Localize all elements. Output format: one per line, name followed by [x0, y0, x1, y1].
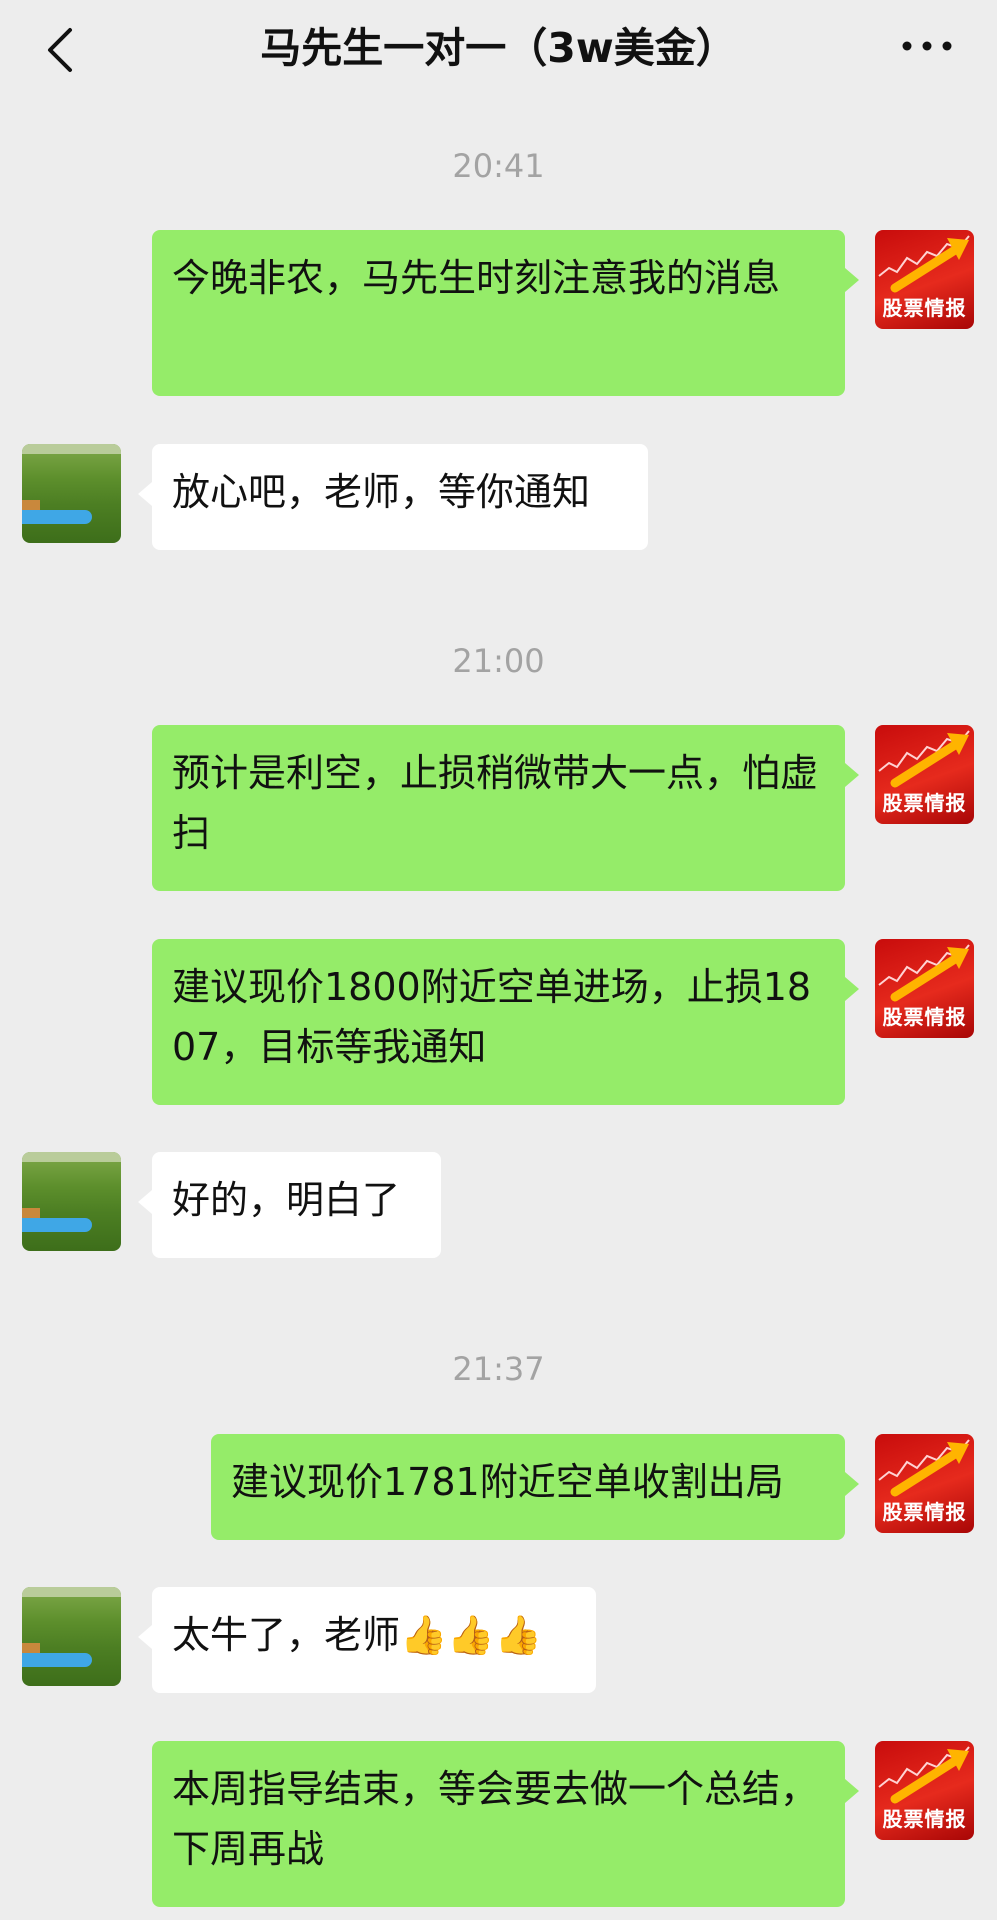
message-bubble-outgoing[interactable]: 预计是利空，止损稍微带大一点，怕虚扫 [152, 725, 859, 891]
rising-chart-icon [878, 235, 970, 293]
rising-chart-icon [878, 944, 970, 1002]
avatar-logo-text: 股票情报 [882, 1005, 967, 1029]
thumbs-up-emoji: 👍👍👍 [400, 1613, 542, 1657]
user-avatar[interactable] [22, 1152, 121, 1251]
chevron-left-icon [48, 28, 72, 72]
message-text: 今晚非农，马先生时刻注意我的消息 [172, 256, 781, 300]
message-bubble-incoming[interactable]: 太牛了，老师👍👍👍 [138, 1587, 596, 1693]
avatar-sky [22, 444, 121, 454]
message-text: 放心吧，老师，等你通知 [172, 470, 591, 514]
message-text: 本周指导结束，等会要去做一个总结，下周再战 [172, 1767, 819, 1871]
message-text: 建议现价1781附近空单收割出局 [231, 1460, 784, 1504]
avatar-water [22, 1653, 92, 1667]
back-button[interactable] [40, 24, 80, 76]
avatar-sky [22, 1152, 121, 1162]
contact-avatar[interactable]: 股票情报 [875, 1434, 974, 1533]
contact-avatar[interactable]: 股票情报 [875, 725, 974, 824]
rising-chart-icon [878, 1439, 970, 1497]
timestamp: 21:00 [452, 642, 545, 680]
avatar-sky [22, 1587, 121, 1597]
user-avatar[interactable] [22, 444, 121, 543]
rising-chart-icon [878, 1746, 970, 1804]
message-bubble-outgoing[interactable]: 建议现价1800附近空单进场，止损1807，目标等我通知 [152, 939, 859, 1105]
user-avatar[interactable] [22, 1587, 121, 1686]
message-text: 太牛了，老师 [172, 1613, 401, 1657]
nav-bar: 马先生一对一（3w美金） [0, 0, 997, 102]
contact-avatar[interactable]: 股票情报 [875, 230, 974, 329]
rising-chart-icon [878, 730, 970, 788]
avatar-logo-text: 股票情报 [882, 1500, 967, 1524]
avatar-logo-text: 股票情报 [882, 1807, 967, 1831]
avatar-logo-text: 股票情报 [882, 296, 967, 320]
message-text: 建议现价1800附近空单进场，止损1807，目标等我通知 [172, 965, 812, 1069]
message-bubble-outgoing[interactable]: 今晚非农，马先生时刻注意我的消息 [152, 230, 859, 396]
message-bubble-incoming[interactable]: 好的，明白了 [138, 1152, 441, 1258]
message-text: 好的，明白了 [172, 1178, 401, 1222]
message-bubble-incoming[interactable]: 放心吧，老师，等你通知 [138, 444, 648, 550]
contact-avatar[interactable]: 股票情报 [875, 939, 974, 1038]
contact-avatar[interactable]: 股票情报 [875, 1741, 974, 1840]
more-button[interactable] [897, 26, 957, 66]
timestamp: 20:41 [452, 147, 545, 185]
chat-title: 马先生一对一（3w美金） [260, 24, 737, 72]
message-bubble-outgoing[interactable]: 本周指导结束，等会要去做一个总结，下周再战 [152, 1741, 859, 1907]
message-bubble-outgoing[interactable]: 建议现价1781附近空单收割出局 [211, 1434, 859, 1540]
avatar-water [22, 1218, 92, 1232]
message-text: 预计是利空，止损稍微带大一点，怕虚扫 [172, 751, 819, 855]
avatar-water [22, 510, 92, 524]
timestamp: 21:37 [452, 1350, 545, 1388]
avatar-logo-text: 股票情报 [882, 791, 967, 815]
more-dots-icon [902, 41, 952, 51]
